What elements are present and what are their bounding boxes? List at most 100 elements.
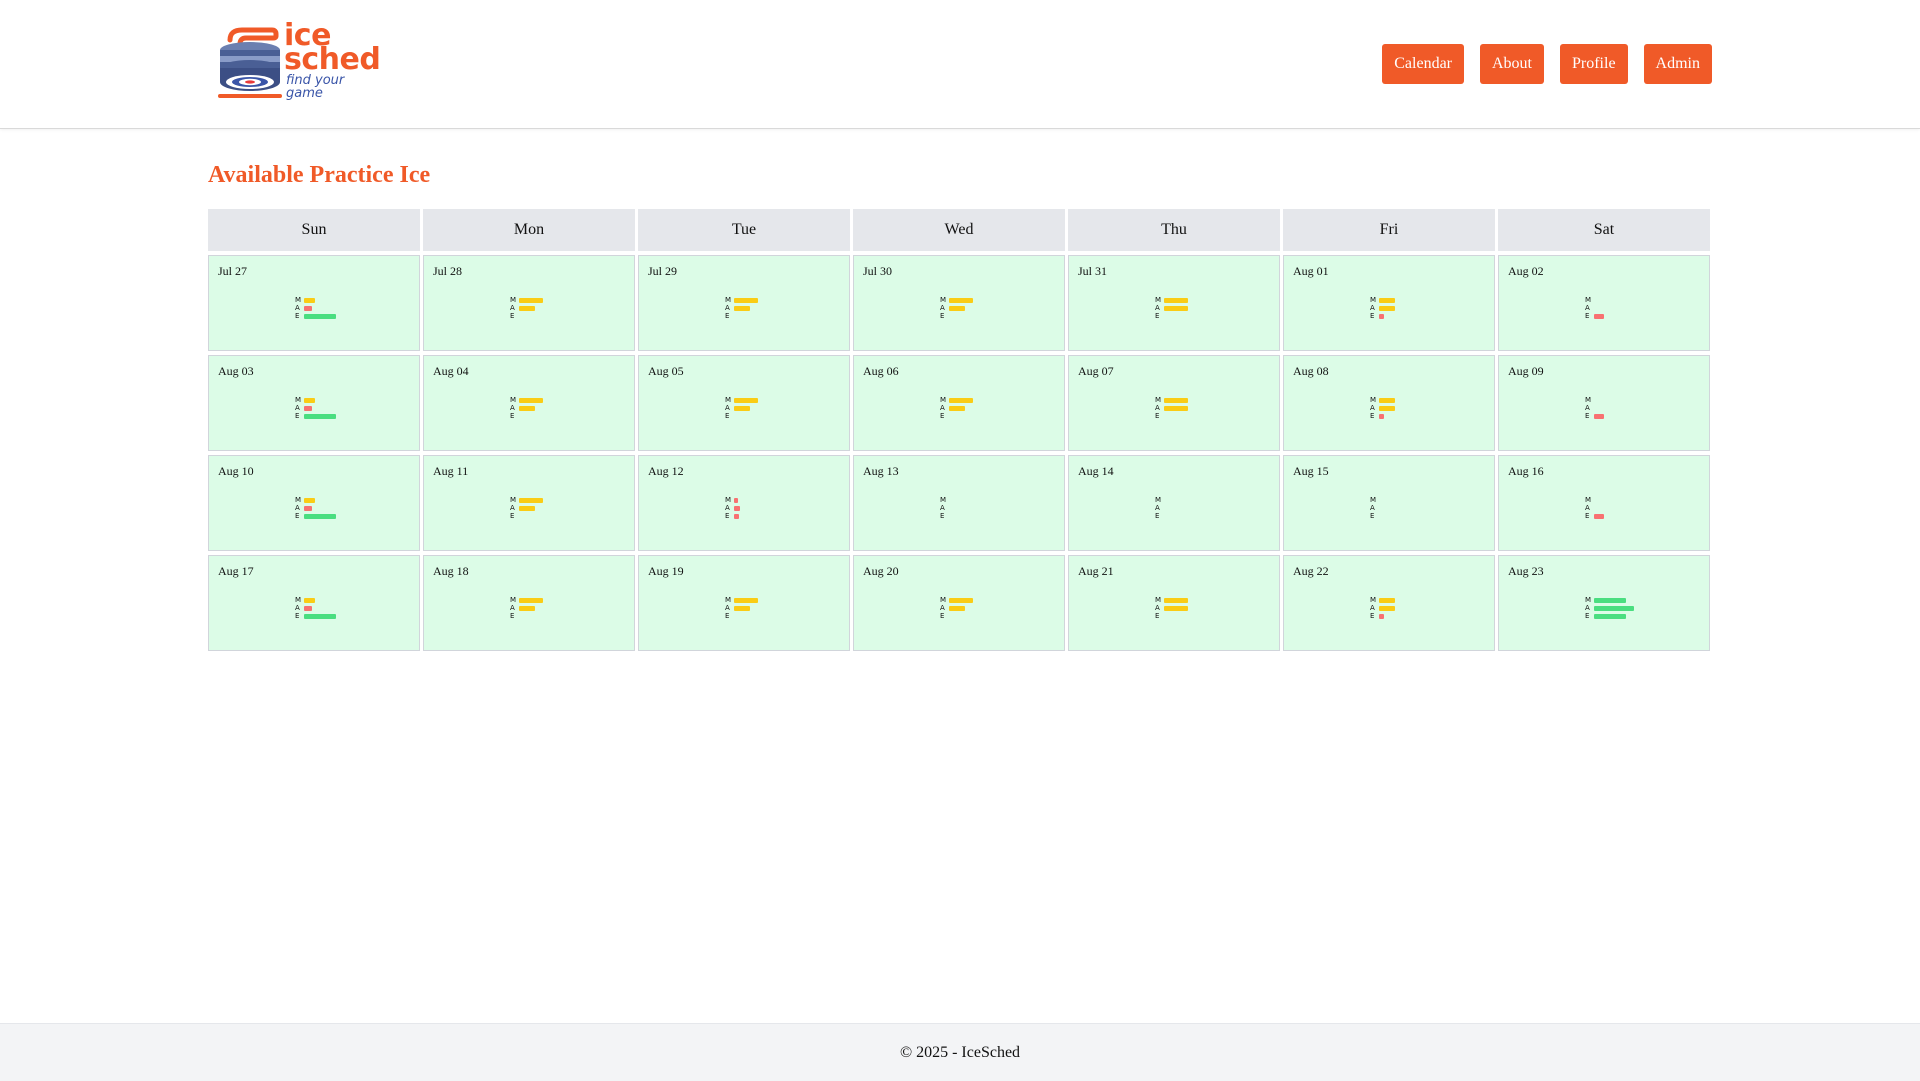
slot-letter: M: [1585, 596, 1592, 604]
slot-row: M: [1585, 496, 1604, 504]
slot-availability-bar: [949, 305, 965, 311]
calendar-day-cell[interactable]: Aug 14 M A E: [1068, 455, 1280, 551]
calendar-day-cell[interactable]: Aug 04 M A E: [423, 355, 635, 451]
slot-availability-bar: [304, 305, 312, 311]
slot-letter: A: [725, 304, 730, 312]
slot-letter: E: [510, 312, 515, 320]
slot-row: E: [510, 612, 543, 620]
day-date-label: Aug 08: [1293, 364, 1329, 378]
day-date-label: Jul 30: [863, 264, 893, 278]
slot-row: E: [295, 512, 336, 520]
calendar-day-cell[interactable]: Jul 27 M A E: [208, 255, 420, 351]
calendar-day-cell[interactable]: Aug 18 M A E: [423, 555, 635, 651]
day-date-label: Aug 09: [1508, 364, 1544, 378]
slot-row: A: [940, 304, 973, 312]
slot-row: M: [510, 296, 543, 304]
slot-availability: MAE: [940, 396, 973, 420]
calendar-day-cell[interactable]: Aug 05 M A E: [638, 355, 850, 451]
calendar-day-cell[interactable]: Aug 12 M A E: [638, 455, 850, 551]
nav-admin-button[interactable]: Admin: [1643, 44, 1712, 84]
slot-row: E: [295, 412, 336, 420]
slot-letter: A: [295, 304, 300, 312]
slot-letter: M: [725, 396, 732, 404]
calendar-day-cell[interactable]: Aug 10 M A E: [208, 455, 420, 551]
calendar-day-cell[interactable]: Aug 22 M A E: [1283, 555, 1495, 651]
calendar-day-cell[interactable]: Aug 08 M A E: [1283, 355, 1495, 451]
slot-availability-bar: [1594, 513, 1604, 519]
calendar-day-cell[interactable]: Jul 28 M A E: [423, 255, 635, 351]
slot-letter: M: [725, 596, 732, 604]
calendar-day-cell[interactable]: Aug 06 M A E: [853, 355, 1065, 451]
slot-letter: A: [1155, 504, 1160, 512]
slot-letter: A: [1370, 604, 1375, 612]
calendar-day-cell[interactable]: Aug 02 M A E: [1498, 255, 1710, 351]
calendar-day-cell[interactable]: Jul 30 M A E: [853, 255, 1065, 351]
slot-availability-bar: [1164, 405, 1188, 411]
slot-availability-bar: [519, 297, 543, 303]
slot-row: M: [295, 396, 336, 404]
calendar-day-cell[interactable]: Aug 23 M A E: [1498, 555, 1710, 651]
slot-letter: E: [1585, 312, 1590, 320]
slot-letter: E: [1370, 312, 1375, 320]
slot-row: M: [295, 496, 336, 504]
slot-row: M: [725, 296, 758, 304]
calendar-day-cell[interactable]: Aug 09 M A E: [1498, 355, 1710, 451]
calendar-day-cell[interactable]: Aug 11 M A E: [423, 455, 635, 551]
calendar-day-cell[interactable]: Aug 16 M A E: [1498, 455, 1710, 551]
slot-letter: M: [295, 496, 302, 504]
slot-row: A: [940, 504, 949, 512]
calendar-day-cell[interactable]: Aug 15 M A E: [1283, 455, 1495, 551]
calendar-day-cell[interactable]: Aug 01 M A E: [1283, 255, 1495, 351]
slot-availability: MAE: [510, 596, 543, 620]
calendar-day-cell[interactable]: Jul 29 M A E: [638, 255, 850, 351]
nav-profile-button[interactable]: Profile: [1560, 44, 1628, 84]
slot-row: E: [1370, 412, 1395, 420]
slot-availability-bar: [304, 405, 312, 411]
page-title: Available Practice Ice: [208, 162, 431, 188]
slot-letter: A: [940, 304, 945, 312]
calendar-day-cell[interactable]: Aug 20 M A E: [853, 555, 1065, 651]
weekday-header: Wed: [853, 209, 1065, 251]
slot-letter: A: [1370, 404, 1375, 412]
slot-letter: A: [1155, 304, 1160, 312]
slot-availability-bar: [1379, 613, 1384, 619]
slot-letter: E: [940, 512, 945, 520]
calendar-day-cell[interactable]: Aug 19 M A E: [638, 555, 850, 651]
slot-row: E: [1155, 412, 1188, 420]
slot-letter: M: [510, 596, 517, 604]
slot-availability-bar: [949, 405, 965, 411]
nav-about-button[interactable]: About: [1480, 44, 1544, 84]
slot-row: E: [1370, 512, 1379, 520]
calendar-day-cell[interactable]: Aug 03 M A E: [208, 355, 420, 451]
slot-row: M: [725, 496, 740, 504]
slot-letter: M: [725, 496, 732, 504]
slot-availability-bar: [519, 497, 543, 503]
nav-calendar-button[interactable]: Calendar: [1382, 44, 1464, 84]
slot-availability-bar: [304, 513, 336, 519]
slot-availability-bar: [1594, 613, 1626, 619]
iceshed-logo[interactable]: ice sched find your game: [216, 21, 381, 106]
slot-row: A: [1370, 404, 1395, 412]
calendar-day-cell[interactable]: Aug 07 M A E: [1068, 355, 1280, 451]
calendar-day-cell[interactable]: Aug 21 M A E: [1068, 555, 1280, 651]
slot-letter: E: [940, 412, 945, 420]
slot-row: M: [1155, 296, 1188, 304]
slot-row: A: [295, 604, 336, 612]
slot-letter: A: [1370, 504, 1375, 512]
slot-availability-bar: [519, 397, 543, 403]
slot-availability-bar: [1379, 297, 1395, 303]
day-date-label: Aug 12: [648, 464, 684, 478]
day-date-label: Aug 06: [863, 364, 899, 378]
calendar-day-cell[interactable]: Aug 17 M A E: [208, 555, 420, 651]
slot-row: M: [940, 296, 973, 304]
calendar-day-cell[interactable]: Jul 31 M A E: [1068, 255, 1280, 351]
slot-row: A: [510, 404, 543, 412]
slot-row: E: [1585, 612, 1634, 620]
slot-row: E: [295, 312, 336, 320]
slot-letter: M: [1155, 296, 1162, 304]
slot-letter: E: [940, 612, 945, 620]
day-date-label: Aug 17: [218, 564, 254, 578]
calendar-day-cell[interactable]: Aug 13 M A E: [853, 455, 1065, 551]
slot-availability: MAE: [1155, 596, 1188, 620]
slot-row: A: [510, 304, 543, 312]
